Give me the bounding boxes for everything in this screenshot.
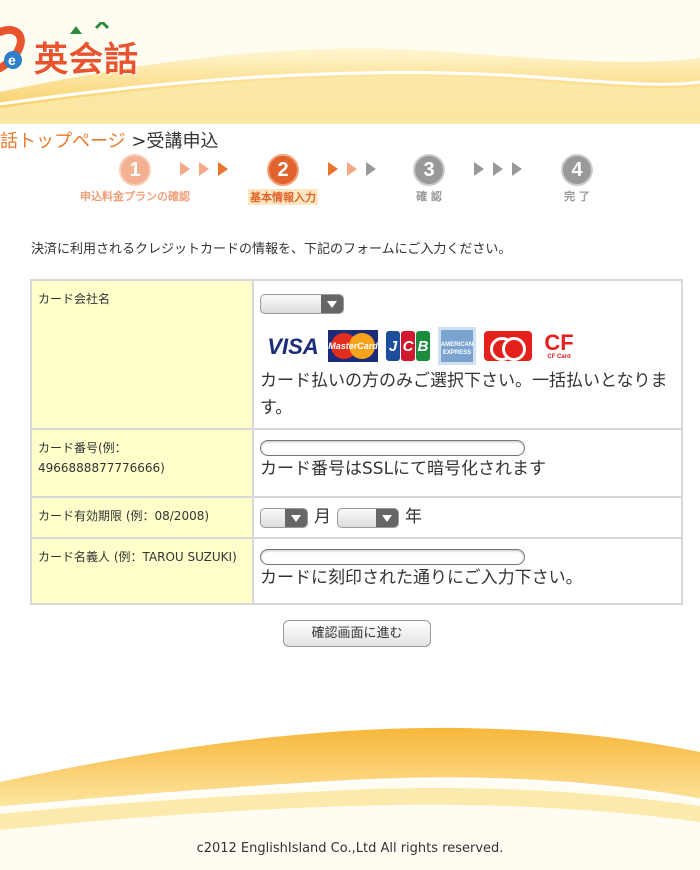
mastercard-logo: MasterCard	[328, 330, 378, 362]
expiry-cell: 月 年	[252, 496, 683, 539]
amex-logo-text: AMERICAN EXPRESS	[440, 342, 474, 356]
card-holder-input[interactable]	[260, 549, 525, 565]
step-label: 基本情報入力	[248, 189, 318, 205]
card-number-note: カード番号はSSLにて暗号化されます	[260, 459, 547, 479]
mastercard-logo-text: MasterCard	[328, 340, 378, 351]
card-company-label: カード会社名	[30, 279, 254, 430]
holder-cell: カードに刻印された通りにご入力下さい。	[252, 537, 683, 605]
holder-label: カード名義人 (例：TAROU SUZUKI)	[30, 537, 254, 605]
jcb-logo: JCB	[386, 330, 430, 362]
step-label: 確 認	[416, 190, 442, 203]
progress-steps: 1 申込料金プランの確認 2 基本情報入力 3 確 認 4 完 了	[60, 154, 620, 206]
chevron-down-icon	[321, 295, 343, 313]
card-company-cell: VISA MasterCard JCB AMERICAN EXPRESS CF C…	[252, 279, 683, 430]
chevron-right-icon	[474, 162, 484, 176]
step-number: 3	[413, 154, 445, 186]
cf-card-logo-text: CF Card	[547, 354, 571, 360]
breadcrumb-current: 受講申込	[146, 131, 219, 152]
diners-club-logo	[484, 331, 532, 361]
card-company-select[interactable]	[260, 294, 344, 314]
copyright-text: c2012 EnglishIsland Co.,Ltd All rights r…	[196, 841, 504, 856]
expiry-year-select[interactable]	[337, 507, 399, 528]
expiry-month-select[interactable]	[260, 507, 308, 528]
payment-form-table: カード会社名 VISA MasterCard JCB AMERICAN EXPR…	[30, 279, 683, 605]
expiry-label: カード有効期限 (例：08/2008)	[30, 496, 254, 539]
chevron-right-icon	[180, 162, 190, 176]
site-footer: c2012 EnglishIsland Co.,Ltd All rights r…	[0, 712, 700, 870]
step-number: 4	[561, 154, 593, 186]
form-instruction: 決済に利用されるクレジットカードの情報を、下記のフォームにご入力ください。	[31, 242, 512, 257]
cf-card-logo: CF CF Card	[544, 330, 574, 361]
card-number-label: カード番号(例：4966888877776666)	[30, 428, 254, 498]
amex-logo: AMERICAN EXPRESS	[438, 327, 476, 365]
chevron-right-icon	[328, 162, 338, 176]
card-number-cell: カード番号はSSLにて暗号化されます	[252, 428, 683, 498]
row-expiry: カード有効期限 (例：08/2008) 月 年	[30, 496, 683, 539]
proceed-to-confirm-button[interactable]: 確認画面に進む	[283, 620, 431, 647]
visa-logo-text: VISA	[267, 333, 319, 359]
step-label: 申込料金プランの確認	[80, 190, 190, 203]
year-unit-label: 年	[405, 507, 422, 527]
expiry-selects: 月 年	[260, 504, 675, 531]
step-number: 1	[119, 154, 151, 186]
breadcrumb-home-link[interactable]: 話トップページ	[0, 131, 126, 152]
logo-title: 英会話	[34, 40, 139, 80]
svg-text:e: e	[8, 52, 16, 68]
row-card-number: カード番号(例：4966888877776666) カード番号はSSLにて暗号化…	[30, 428, 683, 498]
step-label: 完 了	[564, 190, 590, 203]
card-holder-note: カードに刻印された通りにご入力下さい。	[260, 568, 583, 588]
card-number-input[interactable]	[260, 440, 525, 456]
month-unit-label: 月	[314, 507, 331, 527]
card-brand-logos: VISA MasterCard JCB AMERICAN EXPRESS CF C…	[266, 326, 675, 366]
step-4: 4 完 了	[502, 154, 652, 204]
row-card-company: カード会社名 VISA MasterCard JCB AMERICAN EXPR…	[30, 279, 683, 430]
breadcrumb-separator: >	[131, 131, 147, 152]
breadcrumb: 話トップページ >受講申込	[0, 127, 218, 153]
chevron-down-icon	[376, 508, 398, 527]
visa-logo: VISA	[266, 330, 320, 362]
chevron-down-icon	[285, 508, 307, 527]
card-company-note: カード払いの方のみご選択下さい。一括払いとなります。	[260, 371, 668, 418]
row-holder: カード名義人 (例：TAROU SUZUKI) カードに刻印された通りにご入力下…	[30, 537, 683, 605]
site-header: e 英会話	[0, 0, 700, 124]
step-number: 2	[267, 154, 299, 186]
